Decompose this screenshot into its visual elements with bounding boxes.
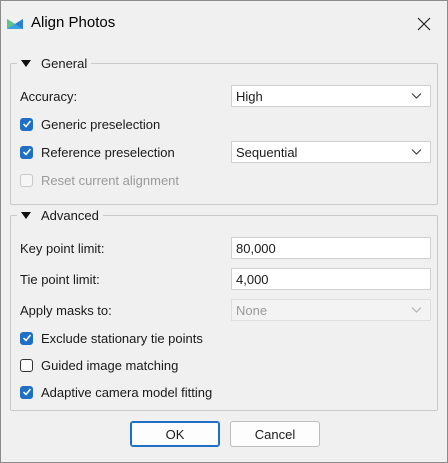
- checkmark-icon: [22, 120, 31, 128]
- guided-matching-label: Guided image matching: [41, 357, 179, 373]
- tie-point-limit-label: Tie point limit:: [20, 271, 100, 287]
- reference-mode-select[interactable]: Sequential: [231, 141, 431, 163]
- reset-alignment-checkbox: [20, 173, 33, 187]
- reset-alignment-row: Reset current alignment: [20, 169, 179, 191]
- generic-preselection-label: Generic preselection: [41, 116, 161, 132]
- chevron-down-icon: [411, 93, 422, 99]
- advanced-group-header[interactable]: Advanced: [17, 207, 103, 223]
- apply-masks-select: None: [231, 299, 431, 321]
- general-group-title: General: [41, 55, 88, 71]
- advanced-group: Advanced Key point limit: 80,000 Tie poi…: [10, 207, 438, 411]
- accuracy-value: High: [236, 88, 263, 104]
- reference-preselection-row[interactable]: Reference preselection: [20, 141, 175, 163]
- apply-masks-label: Apply masks to:: [20, 302, 112, 318]
- checkmark-icon: [22, 388, 31, 396]
- exclude-stationary-row[interactable]: Exclude stationary tie points: [20, 327, 203, 349]
- apply-masks-row: Apply masks to:: [20, 299, 112, 321]
- align-photos-dialog: Align Photos General Accuracy: High Gene…: [0, 0, 448, 463]
- reference-preselection-label: Reference preselection: [41, 144, 175, 160]
- general-group-header[interactable]: General: [17, 55, 92, 71]
- exclude-stationary-label: Exclude stationary tie points: [41, 330, 203, 346]
- key-point-limit-label: Key point limit:: [20, 240, 105, 256]
- tie-point-limit-value: 4,000: [236, 271, 269, 287]
- guided-matching-checkbox[interactable]: [20, 358, 33, 372]
- reset-alignment-label: Reset current alignment: [41, 172, 180, 188]
- close-button[interactable]: [401, 1, 447, 46]
- advanced-group-title: Advanced: [41, 207, 99, 223]
- checkmark-icon: [22, 334, 31, 342]
- collapse-triangle-icon[interactable]: [21, 211, 31, 219]
- adaptive-fitting-row[interactable]: Adaptive camera model fitting: [20, 381, 212, 403]
- window-title: Align Photos: [31, 14, 116, 31]
- cancel-button[interactable]: Cancel: [230, 421, 320, 447]
- chevron-down-icon: [411, 307, 422, 313]
- reference-preselection-checkbox[interactable]: [20, 145, 33, 159]
- general-group: General Accuracy: High Generic preselect…: [10, 55, 438, 205]
- ok-button[interactable]: OK: [130, 421, 220, 447]
- accuracy-label: Accuracy:: [20, 88, 78, 104]
- tie-point-limit-input[interactable]: 4,000: [231, 268, 431, 290]
- key-point-limit-value: 80,000: [236, 240, 276, 256]
- accuracy-row: Accuracy:: [20, 85, 77, 107]
- key-point-limit-row: Key point limit:: [20, 237, 105, 259]
- generic-preselection-row[interactable]: Generic preselection: [20, 113, 160, 135]
- checkmark-icon: [22, 148, 31, 156]
- collapse-triangle-icon[interactable]: [21, 59, 31, 67]
- align-photos-app-icon: [6, 14, 24, 32]
- chevron-down-icon: [411, 149, 422, 155]
- key-point-limit-input[interactable]: 80,000: [231, 237, 431, 259]
- accuracy-select[interactable]: High: [231, 85, 431, 107]
- tie-point-limit-row: Tie point limit:: [20, 268, 100, 290]
- exclude-stationary-checkbox[interactable]: [20, 331, 33, 345]
- generic-preselection-checkbox[interactable]: [20, 117, 33, 131]
- close-icon: [417, 17, 431, 30]
- adaptive-fitting-label: Adaptive camera model fitting: [41, 384, 213, 400]
- guided-matching-row[interactable]: Guided image matching: [20, 354, 178, 376]
- reference-mode-value: Sequential: [236, 144, 298, 160]
- adaptive-fitting-checkbox[interactable]: [20, 385, 33, 399]
- apply-masks-value: None: [236, 302, 268, 318]
- title-bar: Align Photos: [1, 1, 447, 46]
